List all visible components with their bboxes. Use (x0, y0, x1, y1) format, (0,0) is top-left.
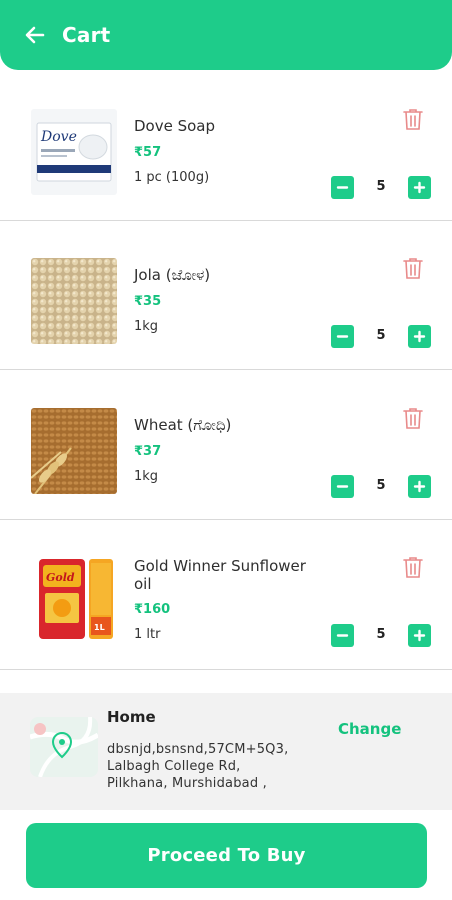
cart-item: Gold 1L Gold Winner Sunflower oil ₹160 1… (0, 520, 452, 670)
product-name: Jola (ಜೋಳ) (134, 266, 211, 284)
decrease-quantity-button[interactable] (331, 475, 354, 498)
product-name: Gold Winner Sunflower oil (134, 557, 306, 593)
product-unit: 1kg (134, 319, 159, 334)
plus-icon (413, 181, 426, 194)
product-price: ₹57 (134, 145, 162, 160)
plus-icon (413, 330, 426, 343)
increase-quantity-button[interactable] (408, 176, 431, 199)
plus-icon (413, 480, 426, 493)
quantity-value: 5 (376, 179, 386, 194)
minus-icon (336, 485, 349, 488)
gold-logo: Gold (46, 571, 75, 584)
address-line: Lalbagh College Rd, (107, 759, 241, 774)
delete-button[interactable] (402, 555, 426, 581)
trash-icon (403, 557, 423, 578)
product-name: Dove Soap (134, 117, 216, 135)
address-text: dbsnjd,bsnsnd,57CM+5Q3, Lalbagh College … (107, 741, 288, 792)
address-label: Home (107, 708, 156, 726)
change-address-button[interactable]: Change (338, 720, 401, 738)
delete-button[interactable] (402, 406, 426, 432)
increase-quantity-button[interactable] (408, 624, 431, 647)
minus-icon (336, 335, 349, 338)
product-image (31, 408, 117, 494)
minus-icon (336, 186, 349, 189)
delivery-address-panel: Home dbsnjd,bsnsnd,57CM+5Q3, Lalbagh Col… (0, 693, 452, 810)
dove-logo: Dove (40, 129, 77, 145)
cart-item: Dove Dove Soap ₹57 1 pc (100g) 5 (0, 71, 452, 221)
product-price: ₹160 (134, 602, 171, 617)
trash-icon (403, 258, 423, 279)
minus-icon (336, 634, 349, 637)
decrease-quantity-button[interactable] (331, 624, 354, 647)
cart-item: Wheat (ಗೋಧಿ) ₹37 1kg 5 (0, 370, 452, 520)
product-price: ₹35 (134, 294, 162, 309)
product-image: Gold 1L (31, 557, 117, 643)
quantity-value: 5 (376, 478, 386, 493)
plus-icon (413, 629, 426, 642)
back-arrow-icon (25, 26, 45, 44)
delete-button[interactable] (402, 107, 426, 133)
map-thumbnail (29, 716, 100, 778)
page-title: Cart (62, 23, 111, 47)
address-line: Pilkhana, Murshidabad , (107, 776, 267, 791)
product-name: Wheat (ಗೋಧಿ) (134, 416, 232, 434)
product-image: Dove (31, 109, 117, 195)
delete-button[interactable] (402, 256, 426, 282)
trash-icon (403, 109, 423, 130)
product-unit: 1 ltr (134, 627, 161, 642)
quantity-value: 5 (376, 328, 386, 343)
back-button[interactable] (22, 22, 48, 48)
cart-item: Jola (ಜೋಳ) ₹35 1kg 5 (0, 220, 452, 370)
trash-icon (403, 408, 423, 429)
increase-quantity-button[interactable] (408, 325, 431, 348)
decrease-quantity-button[interactable] (331, 176, 354, 199)
product-price: ₹37 (134, 444, 162, 459)
proceed-to-buy-button[interactable]: Proceed To Buy (26, 823, 427, 888)
proceed-to-buy-label: Proceed To Buy (147, 845, 306, 866)
product-image (31, 258, 117, 344)
decrease-quantity-button[interactable] (331, 325, 354, 348)
quantity-value: 5 (376, 627, 386, 642)
product-unit: 1kg (134, 469, 159, 484)
volume-badge: 1L (94, 623, 105, 632)
increase-quantity-button[interactable] (408, 475, 431, 498)
app-header: Cart (0, 0, 452, 70)
address-line: dbsnjd,bsnsnd,57CM+5Q3, (107, 742, 289, 757)
product-unit: 1 pc (100g) (134, 170, 210, 185)
